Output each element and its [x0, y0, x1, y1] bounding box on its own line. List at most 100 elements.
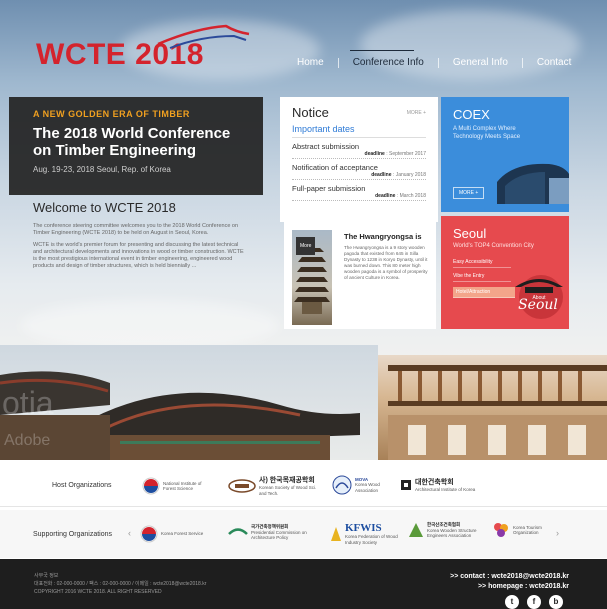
support-org-name: Korea Tourism Organization	[513, 524, 542, 536]
supporting-organizations-label: Supporting Organizations	[33, 531, 112, 538]
chevron-right-icon[interactable]: ›	[556, 528, 559, 538]
nav-contact[interactable]: Contact	[523, 57, 585, 68]
twitter-icon[interactable]: t	[505, 595, 519, 609]
welcome-title: Welcome to WCTE 2018	[33, 200, 176, 215]
host-org-name: National Institute of Forest Science	[163, 480, 202, 492]
korea-gov-icon	[140, 525, 158, 543]
support-org-kto[interactable]: Korea Tourism Organization	[492, 521, 547, 539]
kswst-icon	[228, 478, 256, 493]
notice-title: Notice	[292, 105, 329, 120]
notice-item[interactable]: Full-paper submission deadline : March 2…	[292, 184, 426, 201]
footer-info: 사무국 정보 대표전화 : 02-000-0000 / 팩스 : 02-000-…	[34, 572, 206, 596]
conference-title-line2: on Timber Engineering	[33, 142, 197, 159]
welcome-paragraph: WCTE is the world's premier forum for pr…	[33, 242, 244, 269]
support-org-name: KFWIS	[345, 522, 382, 534]
hwangryongsa-card[interactable]: More The Hwangryongsa is The Hwangryongs…	[284, 222, 436, 329]
conference-title-line1: The 2018 World Conference	[33, 125, 231, 142]
nav-home[interactable]: Home	[283, 57, 338, 68]
footer-line: COPYRIGHT 2016 WCTE 2018. ALL RIGHT RESE…	[34, 589, 162, 595]
support-org-name: Korea Forest Service	[161, 531, 204, 537]
notice-item-deadline: deadline : September 2017	[292, 151, 426, 159]
seoul-link-accessibility[interactable]: Easy Accessibility	[453, 259, 511, 268]
support-org-kfwis[interactable]: KFWIS Korea Federation of Wood Industry …	[330, 522, 401, 545]
support-org-subname: Korea Wooden Structure Engineers Associa…	[427, 527, 477, 539]
support-org-pcap[interactable]: 국가건축정책위원회 Presidential Commission on Arc…	[228, 524, 313, 541]
hwangryongsa-text: The Hwangryongsa is a 9 story wooden pag…	[344, 245, 428, 280]
host-org-subname: Korean Society of Wood Sci. and Tech.	[259, 485, 317, 496]
conference-banner: A NEW GOLDEN ERA OF TIMBER The 2018 Worl…	[9, 97, 263, 195]
host-org-subname: Korea Wood Association	[355, 482, 380, 493]
aik-icon	[401, 479, 411, 490]
seoul-card: Seoul World's TOP4 Convention City Easy …	[441, 216, 569, 329]
pcap-icon	[228, 528, 248, 536]
host-org-aik[interactable]: 대한건축학회 Architectural Institute of Korea	[400, 477, 475, 493]
site-footer: 사무국 정보 대표전화 : 02-000-0000 / 팩스 : 02-000-…	[0, 559, 607, 609]
main-nav: Home Conference Info General Info Contac…	[283, 57, 585, 68]
host-org-subname: Architectural Institute of Korea	[415, 487, 476, 492]
footer-line: 사무국 정보	[34, 573, 59, 579]
conference-title: The 2018 World Conference on Timber Engi…	[33, 125, 239, 159]
mova-icon	[332, 475, 352, 495]
host-org-mova[interactable]: MOVA Korea Wood Association	[332, 475, 391, 495]
chevron-left-icon[interactable]: ‹	[128, 528, 131, 538]
timber-building-icon	[388, 365, 607, 460]
coex-title: COEX	[453, 107, 490, 122]
seoul-link-entry[interactable]: Vibe the Entry	[453, 273, 511, 282]
host-org-kswst[interactable]: 사) 한국목재공학회 Korean Society of Wood Sci. a…	[228, 475, 319, 496]
support-org-subname: Presidential Commission on Architecture …	[251, 529, 307, 541]
footer-contact-email[interactable]: >> contact : wcte2018@wcte2018.kr	[450, 572, 569, 582]
host-organizations-label: Host Organizations	[52, 482, 112, 489]
notice-item-label: Full-paper submission	[292, 184, 366, 193]
host-org-nifos[interactable]: National Institute of Forest Science	[142, 477, 203, 495]
seoul-title: Seoul	[453, 226, 487, 241]
hwangryongsa-more-button[interactable]: More	[296, 237, 316, 255]
roof-icon	[157, 24, 250, 49]
footer-line: 대표전화 : 02-000-0000 / 팩스 : 02-000-0000 / …	[34, 581, 207, 587]
hanok-roof-photo	[0, 345, 378, 460]
notice-item-label: Notification of acceptance	[292, 163, 378, 172]
coex-building-icon	[497, 163, 569, 204]
host-organizations-row: Host Organizations National Institute of…	[0, 465, 607, 507]
welcome-paragraph: The conference steering committee welcom…	[33, 223, 239, 236]
notice-panel: Notice MORE + Important dates Abstract s…	[280, 97, 438, 222]
footer-homepage[interactable]: >> homepage : wcte2018.kr	[450, 582, 569, 592]
korea-gov-icon	[142, 477, 160, 495]
hwangryongsa-title: The Hwangryongsa is	[344, 232, 422, 241]
kwsea-icon	[409, 523, 423, 538]
notice-more-link[interactable]: MORE +	[407, 110, 426, 116]
seoul-art-small: About	[532, 295, 546, 301]
kto-icon	[494, 523, 508, 537]
host-org-name: 대한건축학회	[415, 479, 454, 486]
notice-item[interactable]: Notification of acceptance deadline : Ja…	[292, 163, 426, 180]
host-org-name: 사) 한국목재공학회	[259, 477, 315, 484]
seoul-gate-icon: Seoul About	[515, 275, 563, 319]
facebook-icon[interactable]: f	[527, 595, 541, 609]
supporting-organizations-row: Supporting Organizations ‹ Korea Forest …	[0, 510, 607, 558]
blog-icon[interactable]: b	[549, 595, 563, 609]
nav-general-info[interactable]: General Info	[439, 57, 522, 68]
conference-date: Aug. 19-23, 2018 Seoul, Rep. of Korea	[33, 165, 171, 174]
support-org-kwsea[interactable]: 한국산조건축협회 Korea Wooden Structure Engineer…	[408, 522, 481, 539]
footer-contact: >> contact : wcte2018@wcte2018.kr >> hom…	[450, 572, 569, 592]
cloud	[360, 10, 580, 80]
notice-item[interactable]: Abstract submission deadline : September…	[292, 142, 426, 159]
photo-watermark: Adobe	[4, 432, 51, 449]
kfwis-icon	[331, 526, 341, 541]
seoul-subtitle: World's TOP4 Convention City	[453, 243, 534, 249]
important-dates-link[interactable]: Important dates	[292, 124, 426, 138]
site-logo[interactable]: WCTE 2018	[36, 24, 250, 72]
coex-more-button[interactable]: MORE +	[453, 187, 485, 199]
support-org-kfs[interactable]: Korea Forest Service	[140, 525, 203, 543]
notice-item-deadline: deadline : March 2018	[292, 193, 426, 201]
timber-building-photo	[378, 355, 607, 460]
nav-conference-info[interactable]: Conference Info	[339, 57, 438, 68]
notice-item-label: Abstract submission	[292, 142, 360, 151]
coex-subtitle: A Multi Complex Where Technology Meets S…	[453, 126, 521, 140]
seoul-link-hotel[interactable]: Hotel/Attraction	[453, 287, 515, 298]
support-org-subname: Korea Federation of Wood Industry Societ…	[345, 534, 398, 545]
coex-card[interactable]: COEX A Multi Complex Where Technology Me…	[441, 97, 569, 212]
welcome-section: Welcome to WCTE 2018 The conference stee…	[33, 200, 248, 270]
photo-watermark: otia	[2, 385, 54, 421]
conference-slogan: A NEW GOLDEN ERA OF TIMBER	[33, 109, 190, 119]
notice-item-deadline: deadline : January 2018	[292, 172, 426, 180]
